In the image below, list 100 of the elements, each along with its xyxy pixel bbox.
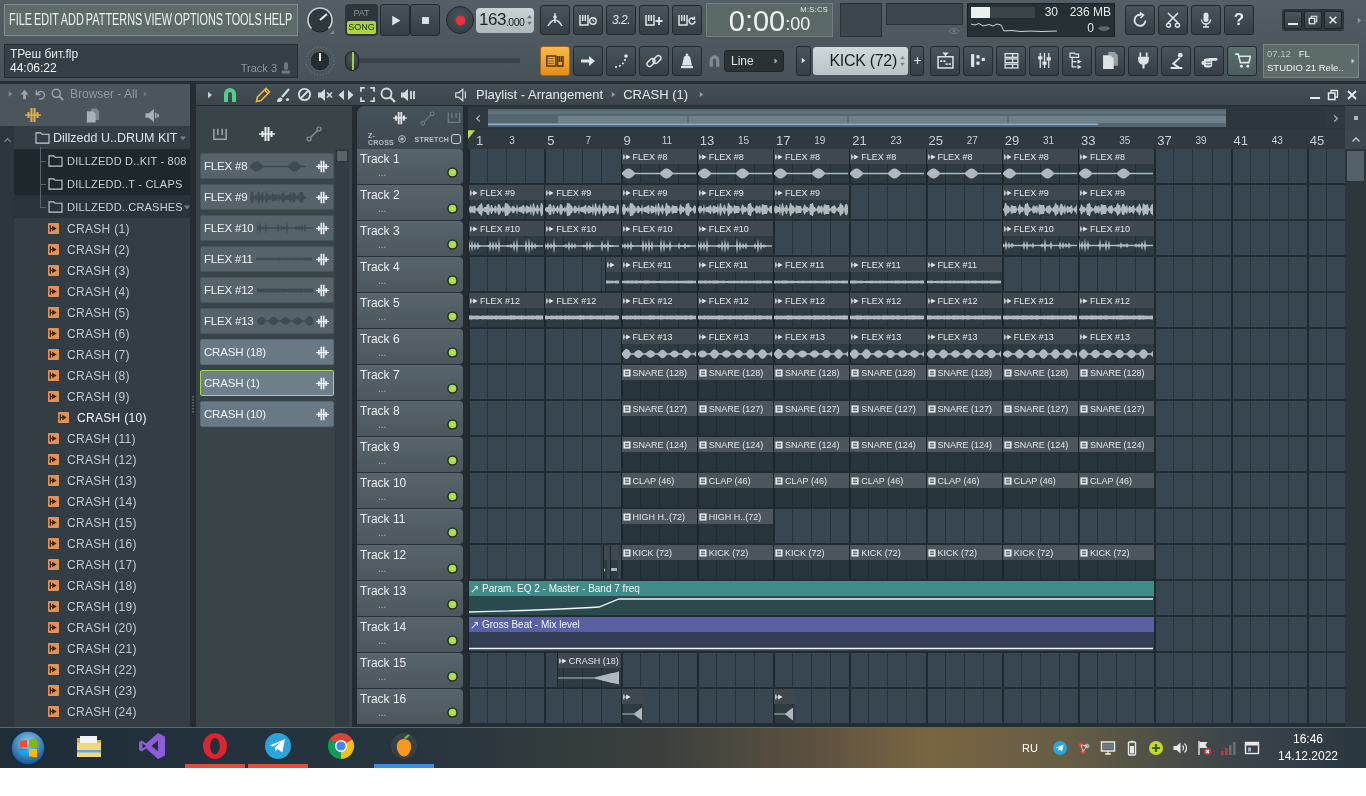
scroll-right-button[interactable] bbox=[1325, 108, 1345, 128]
toggle-button[interactable]: 3.2. bbox=[606, 5, 636, 35]
window-button[interactable] bbox=[1161, 45, 1191, 76]
waveform-icon[interactable] bbox=[392, 111, 408, 125]
document-icon[interactable] bbox=[86, 107, 100, 123]
browser-item[interactable]: CRASH (21) bbox=[14, 638, 190, 659]
record-button[interactable] bbox=[446, 6, 474, 34]
enable-dot-icon[interactable] bbox=[447, 311, 458, 322]
enable-dot-icon[interactable] bbox=[447, 275, 458, 286]
enable-dot-icon[interactable] bbox=[447, 563, 458, 574]
cluster-icon[interactable] bbox=[1076, 740, 1092, 756]
audio-clip[interactable] bbox=[605, 257, 621, 291]
news-panel[interactable]: 07.12 FL STUDIO 21 Rele.. bbox=[1263, 43, 1359, 78]
minimize-icon[interactable] bbox=[1310, 96, 1320, 99]
pattern-menu-button[interactable] bbox=[796, 45, 811, 76]
play-button[interactable] bbox=[380, 4, 410, 36]
snap-dropdown[interactable]: Line bbox=[724, 49, 784, 72]
clock-time[interactable]: 16:46 bbox=[1293, 731, 1323, 748]
toggle-button[interactable] bbox=[639, 45, 669, 76]
speaker-icon[interactable] bbox=[144, 107, 160, 123]
help-button[interactable]: ? bbox=[1224, 5, 1254, 35]
browser-item[interactable]: CRASH (8) bbox=[14, 365, 190, 386]
scroll-left-button[interactable] bbox=[468, 108, 488, 128]
browser-item[interactable]: CRASH (13) bbox=[14, 470, 190, 491]
window-button[interactable] bbox=[1128, 45, 1158, 76]
flag-icon[interactable] bbox=[1196, 740, 1212, 756]
triangle-marker-icon[interactable] bbox=[468, 130, 475, 139]
monitor-icon[interactable] bbox=[1100, 740, 1116, 756]
waveform-icon[interactable] bbox=[316, 221, 329, 235]
track-options[interactable]: ... bbox=[360, 347, 387, 358]
corner-brackets-icon[interactable] bbox=[360, 87, 375, 102]
undo-icon[interactable] bbox=[35, 88, 46, 100]
menu-item[interactable]: EDIT bbox=[34, 11, 59, 29]
chevron-up-icon[interactable] bbox=[2, 136, 12, 145]
audio-clip[interactable] bbox=[773, 689, 795, 723]
clip-source-item[interactable]: FLEX #11 bbox=[200, 246, 334, 272]
waveform-icon[interactable] bbox=[316, 407, 329, 421]
automation-clip[interactable]: Gross Beat - Mix level bbox=[468, 617, 1155, 651]
toolbar-button[interactable] bbox=[1125, 5, 1155, 35]
window-button[interactable] bbox=[1029, 45, 1059, 76]
up-arrow-icon[interactable] bbox=[19, 88, 30, 100]
ribbon-icon[interactable] bbox=[137, 731, 167, 761]
scroll-thumb[interactable] bbox=[336, 150, 348, 162]
up-down-arrows-icon[interactable] bbox=[527, 14, 532, 26]
browser-item[interactable]: CRASH (11) bbox=[14, 428, 190, 449]
window-button[interactable] bbox=[996, 45, 1026, 76]
browser-item[interactable]: CRASH (24) bbox=[14, 701, 190, 722]
piano-icon[interactable] bbox=[212, 126, 228, 141]
waveform-icon[interactable] bbox=[25, 107, 41, 123]
toggle-button[interactable] bbox=[573, 45, 603, 76]
slider-thumb[interactable] bbox=[345, 50, 359, 71]
browser-item[interactable]: DILLZEDD..CRASHES bbox=[14, 195, 190, 218]
browser-item[interactable]: CRASH (23) bbox=[14, 680, 190, 701]
browser-item[interactable]: CRASH (20) bbox=[14, 617, 190, 638]
language-indicator[interactable]: RU bbox=[1022, 742, 1038, 754]
enable-dot-icon[interactable] bbox=[447, 527, 458, 538]
brush-icon[interactable] bbox=[275, 86, 291, 103]
toggle-button[interactable] bbox=[672, 5, 702, 35]
waveform-icon[interactable] bbox=[258, 125, 276, 142]
browser-item[interactable]: CRASH (12) bbox=[14, 449, 190, 470]
waveform-icon[interactable] bbox=[316, 159, 329, 173]
enable-dot-icon[interactable] bbox=[447, 671, 458, 682]
waveform-icon[interactable] bbox=[316, 314, 329, 328]
window-control-button[interactable] bbox=[1324, 11, 1342, 29]
mute-icon[interactable] bbox=[317, 86, 333, 103]
enable-dot-icon[interactable] bbox=[447, 167, 458, 178]
fruit-icon[interactable] bbox=[389, 731, 419, 761]
mode-option[interactable]: SONG bbox=[347, 20, 376, 34]
track-options[interactable]: ... bbox=[360, 419, 387, 430]
window-button[interactable] bbox=[930, 45, 960, 76]
knob[interactable] bbox=[306, 6, 334, 34]
window-button[interactable] bbox=[963, 45, 993, 76]
menu-item[interactable]: TOOLS bbox=[225, 11, 262, 29]
pattern-selector[interactable]: KICK (72) bbox=[813, 46, 908, 75]
track-options[interactable]: ... bbox=[360, 275, 387, 286]
browser-item[interactable]: CRASH (5) bbox=[14, 302, 190, 323]
menu-item[interactable]: VIEW bbox=[144, 11, 173, 29]
news-title[interactable]: FL bbox=[1298, 46, 1310, 61]
automation-clip[interactable]: Param. EQ 2 - Master - Band 7 freq bbox=[468, 581, 1155, 615]
browser-item[interactable]: CRASH (22) bbox=[14, 659, 190, 680]
clip-source-item[interactable]: CRASH (10) bbox=[200, 401, 334, 427]
track-options[interactable]: ... bbox=[360, 383, 387, 394]
clock-date[interactable]: 14.12.2022 bbox=[1277, 748, 1339, 765]
caret-icon[interactable] bbox=[179, 133, 187, 142]
browser-item[interactable]: CRASH (16) bbox=[14, 533, 190, 554]
menu-item[interactable]: FILE bbox=[9, 11, 32, 29]
menu-item[interactable]: HELP bbox=[263, 11, 293, 29]
checkbox-icon[interactable] bbox=[451, 134, 461, 144]
caret-icon[interactable] bbox=[182, 202, 191, 211]
browser-item[interactable]: CRASH (15) bbox=[14, 512, 190, 533]
enable-dot-icon[interactable] bbox=[447, 599, 458, 610]
track-options[interactable]: ... bbox=[360, 311, 387, 322]
stop-button[interactable] bbox=[410, 4, 440, 36]
pencil-icon[interactable] bbox=[255, 86, 271, 103]
audio-clip[interactable] bbox=[610, 545, 619, 579]
browser-item[interactable]: CRASH (19) bbox=[14, 596, 190, 617]
menu-item[interactable]: OPTIONS bbox=[174, 11, 224, 29]
waveform-icon[interactable] bbox=[316, 190, 329, 204]
toggle-button[interactable] bbox=[573, 5, 603, 35]
wheel-icon[interactable] bbox=[326, 731, 356, 761]
